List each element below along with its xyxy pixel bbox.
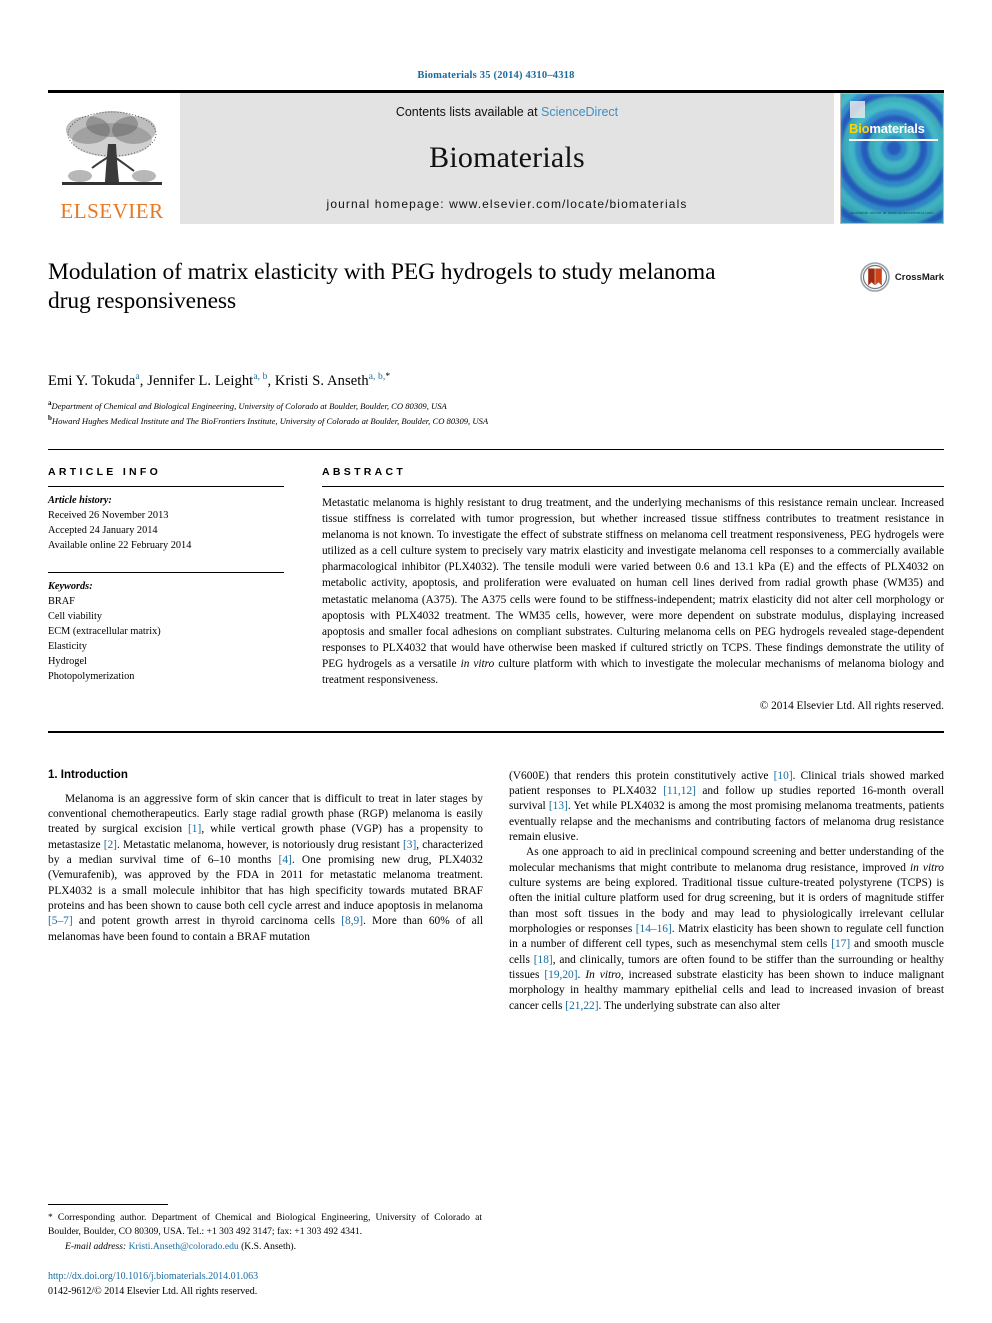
journal-masthead: ELSEVIER Contents lists available at Sci… (48, 90, 944, 224)
cover-journal-title: Biomaterials (849, 121, 925, 136)
keyword-item: ECM (extracellular matrix) (48, 625, 161, 637)
footnote-divider (48, 1204, 168, 1206)
affiliation-item: aDepartment of Chemical and Biological E… (48, 398, 944, 413)
abstract-copyright: © 2014 Elsevier Ltd. All rights reserved… (759, 699, 944, 712)
abstract-label: ABSTRACT (322, 466, 407, 479)
email-note: E-mail address: Kristi.Anseth@colorado.e… (48, 1240, 482, 1253)
article-info-label: ARTICLE INFO (48, 466, 162, 479)
citation-link[interactable]: [17] (831, 938, 850, 950)
cover-title-accent: Bio (849, 121, 870, 136)
cover-divider (849, 139, 938, 141)
journal-band: Contents lists available at ScienceDirec… (180, 93, 834, 224)
email-link[interactable]: Kristi.Anseth@colorado.edu (129, 1241, 239, 1252)
citation-link[interactable]: [13] (549, 800, 568, 812)
journal-homepage-link[interactable]: journal homepage: www.elsevier.com/locat… (327, 197, 688, 211)
body-column-left: 1. Introduction Melanoma is an aggressiv… (48, 769, 483, 1014)
body-columns: 1. Introduction Melanoma is an aggressiv… (48, 769, 944, 1014)
crossmark-icon (860, 262, 890, 292)
citation-link[interactable]: [21,22] (565, 1000, 598, 1012)
info-abstract-section: ARTICLE INFO Article history: Received 2… (48, 449, 944, 713)
affiliation-text: Howard Hughes Medical Institute and The … (51, 415, 489, 426)
title-block: Modulation of matrix elasticity with PEG… (48, 258, 944, 354)
doi-link[interactable]: http://dx.doi.org/10.1016/j.biomaterials… (48, 1270, 482, 1285)
citation-link[interactable]: [14–16] (636, 923, 672, 935)
article-history-block: Article history: Received 26 November 20… (48, 487, 284, 554)
abstract-column: ABSTRACT Metastatic melanoma is highly r… (322, 466, 944, 713)
article-page: Biomaterials 35 (2014) 4310–4318 ELSEVIE… (0, 0, 992, 1323)
citation-link[interactable]: [10] (774, 770, 793, 782)
affiliation-item: bHoward Hughes Medical Institute and The… (48, 413, 944, 428)
contents-prefix: Contents lists available at (395, 105, 542, 119)
citation-link[interactable]: [8,9] (341, 915, 363, 927)
body-column-right: (V600E) that renders this protein consti… (509, 769, 944, 1014)
citation-link[interactable]: [3] (403, 839, 416, 851)
issn-copyright-line: 0142-9612/© 2014 Elsevier Ltd. All right… (48, 1285, 258, 1297)
abstract-body: Metastatic melanoma is highly resistant … (322, 486, 944, 713)
abstract-text: Metastatic melanoma is highly resistant … (322, 497, 944, 686)
elsevier-wordmark: ELSEVIER (60, 199, 164, 223)
citation-link[interactable]: [2] (104, 839, 117, 851)
history-item: Accepted 24 January 2014 (48, 525, 158, 537)
journal-title: Biomaterials (429, 141, 585, 174)
contents-available-line: Contents lists available at ScienceDirec… (396, 105, 618, 119)
crossmark-label: CrossMark (894, 271, 944, 283)
elsevier-tree-icon (62, 111, 162, 185)
email-label: E-mail address: (65, 1240, 127, 1252)
citation-link[interactable]: [4] (279, 854, 292, 866)
keyword-item: Cell viability (48, 610, 103, 622)
elsevier-logo: ELSEVIER (48, 93, 176, 224)
email-suffix: (K.S. Anseth). (238, 1240, 296, 1252)
cover-elsevier-mark-icon (850, 101, 865, 118)
citation-link[interactable]: [1] (188, 823, 201, 835)
affiliation-list: aDepartment of Chemical and Biological E… (48, 398, 944, 428)
citation-link[interactable]: [5–7] (48, 915, 73, 927)
journal-cover-thumbnail: Biomaterials Available online at www.sci… (840, 93, 944, 224)
article-info-column: ARTICLE INFO Article history: Received 2… (48, 466, 284, 713)
article-history-header: Article history: (48, 495, 112, 507)
history-item: Available online 22 February 2014 (48, 540, 192, 552)
page-title: Modulation of matrix elasticity with PEG… (48, 259, 716, 315)
footnote-block: * Corresponding author. Department of Ch… (48, 1204, 482, 1299)
paragraph: As one approach to aid in preclinical co… (509, 846, 945, 1012)
citation-link[interactable]: [18] (534, 954, 553, 966)
section-heading-introduction: 1. Introduction (48, 768, 128, 781)
paragraph: (V600E) that renders this protein consti… (509, 769, 945, 844)
author-list: Emi Y. Tokudaa, Jennifer L. Leighta, b, … (48, 372, 391, 389)
cover-footline: Available online at www.sciencedirect.co… (850, 210, 934, 215)
sciencedirect-link[interactable]: ScienceDirect (541, 105, 618, 119)
keyword-item: Photopolymerization (48, 670, 135, 682)
citation-link[interactable]: [11,12] (663, 785, 696, 797)
keywords-block: Keywords: BRAF Cell viability ECM (extra… (48, 572, 284, 684)
running-head: Biomaterials 35 (2014) 4310–4318 (417, 70, 575, 81)
citation-link[interactable]: [19,20] (544, 969, 577, 981)
corresponding-author-note: * Corresponding author. Department of Ch… (48, 1212, 482, 1237)
keyword-item: BRAF (48, 595, 75, 607)
doi-block: http://dx.doi.org/10.1016/j.biomaterials… (48, 1270, 482, 1299)
crossmark-badge[interactable]: CrossMark (860, 262, 944, 292)
keywords-header: Keywords: (48, 581, 93, 593)
cover-title-rest: materials (869, 121, 925, 136)
keyword-item: Hydrogel (48, 655, 87, 667)
affiliation-text: Department of Chemical and Biological En… (51, 400, 447, 411)
history-item: Received 26 November 2013 (48, 510, 169, 522)
section-divider (48, 730, 944, 733)
keyword-item: Elasticity (48, 640, 87, 652)
paragraph: Melanoma is an aggressive form of skin c… (48, 792, 484, 943)
